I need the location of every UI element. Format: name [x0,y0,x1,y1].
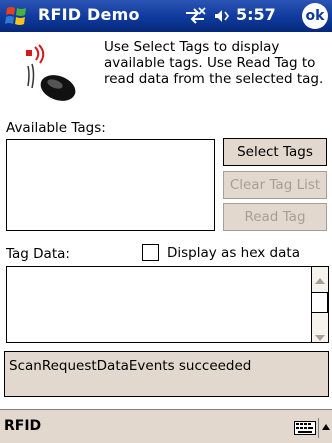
rfid-reader-icon [22,44,84,106]
hex-data-checkbox[interactable] [142,244,159,261]
clock[interactable]: 5:57 [236,5,276,24]
title-bar: RFID Demo 5:57 ok [0,0,332,32]
ok-button[interactable]: ok [302,3,328,29]
scrollbar-thumb[interactable] [311,292,328,313]
keyboard-icon[interactable] [294,420,316,435]
available-tags-list[interactable] [6,139,215,231]
select-tags-button[interactable]: Select Tags [223,138,327,166]
app-title: RFID Demo [38,5,140,24]
scroll-down-arrow-icon[interactable] [314,328,326,341]
connectivity-icon[interactable] [184,7,206,25]
hex-data-checkbox-label[interactable]: Display as hex data [167,245,300,261]
status-box: ScanRequestDataEvents succeeded [4,351,329,397]
rfid-menu[interactable]: RFID [4,418,41,434]
read-tag-button[interactable]: Read Tag [223,203,327,231]
available-tags-label: Available Tags: [6,120,106,136]
clear-tag-list-button[interactable]: Clear Tag List [223,171,327,199]
tag-data-label: Tag Data: [6,246,70,262]
instructions-text: Use Select Tags to display available tag… [104,39,324,87]
menu-bar: RFID [0,409,332,443]
scroll-up-arrow-icon[interactable] [314,271,326,284]
windows-start-icon[interactable] [4,4,30,28]
volume-icon[interactable] [214,8,232,24]
tag-data-scrollbar[interactable] [311,267,328,342]
tag-data-textbox[interactable] [6,266,329,343]
input-panel-arrow-icon[interactable] [318,418,332,438]
